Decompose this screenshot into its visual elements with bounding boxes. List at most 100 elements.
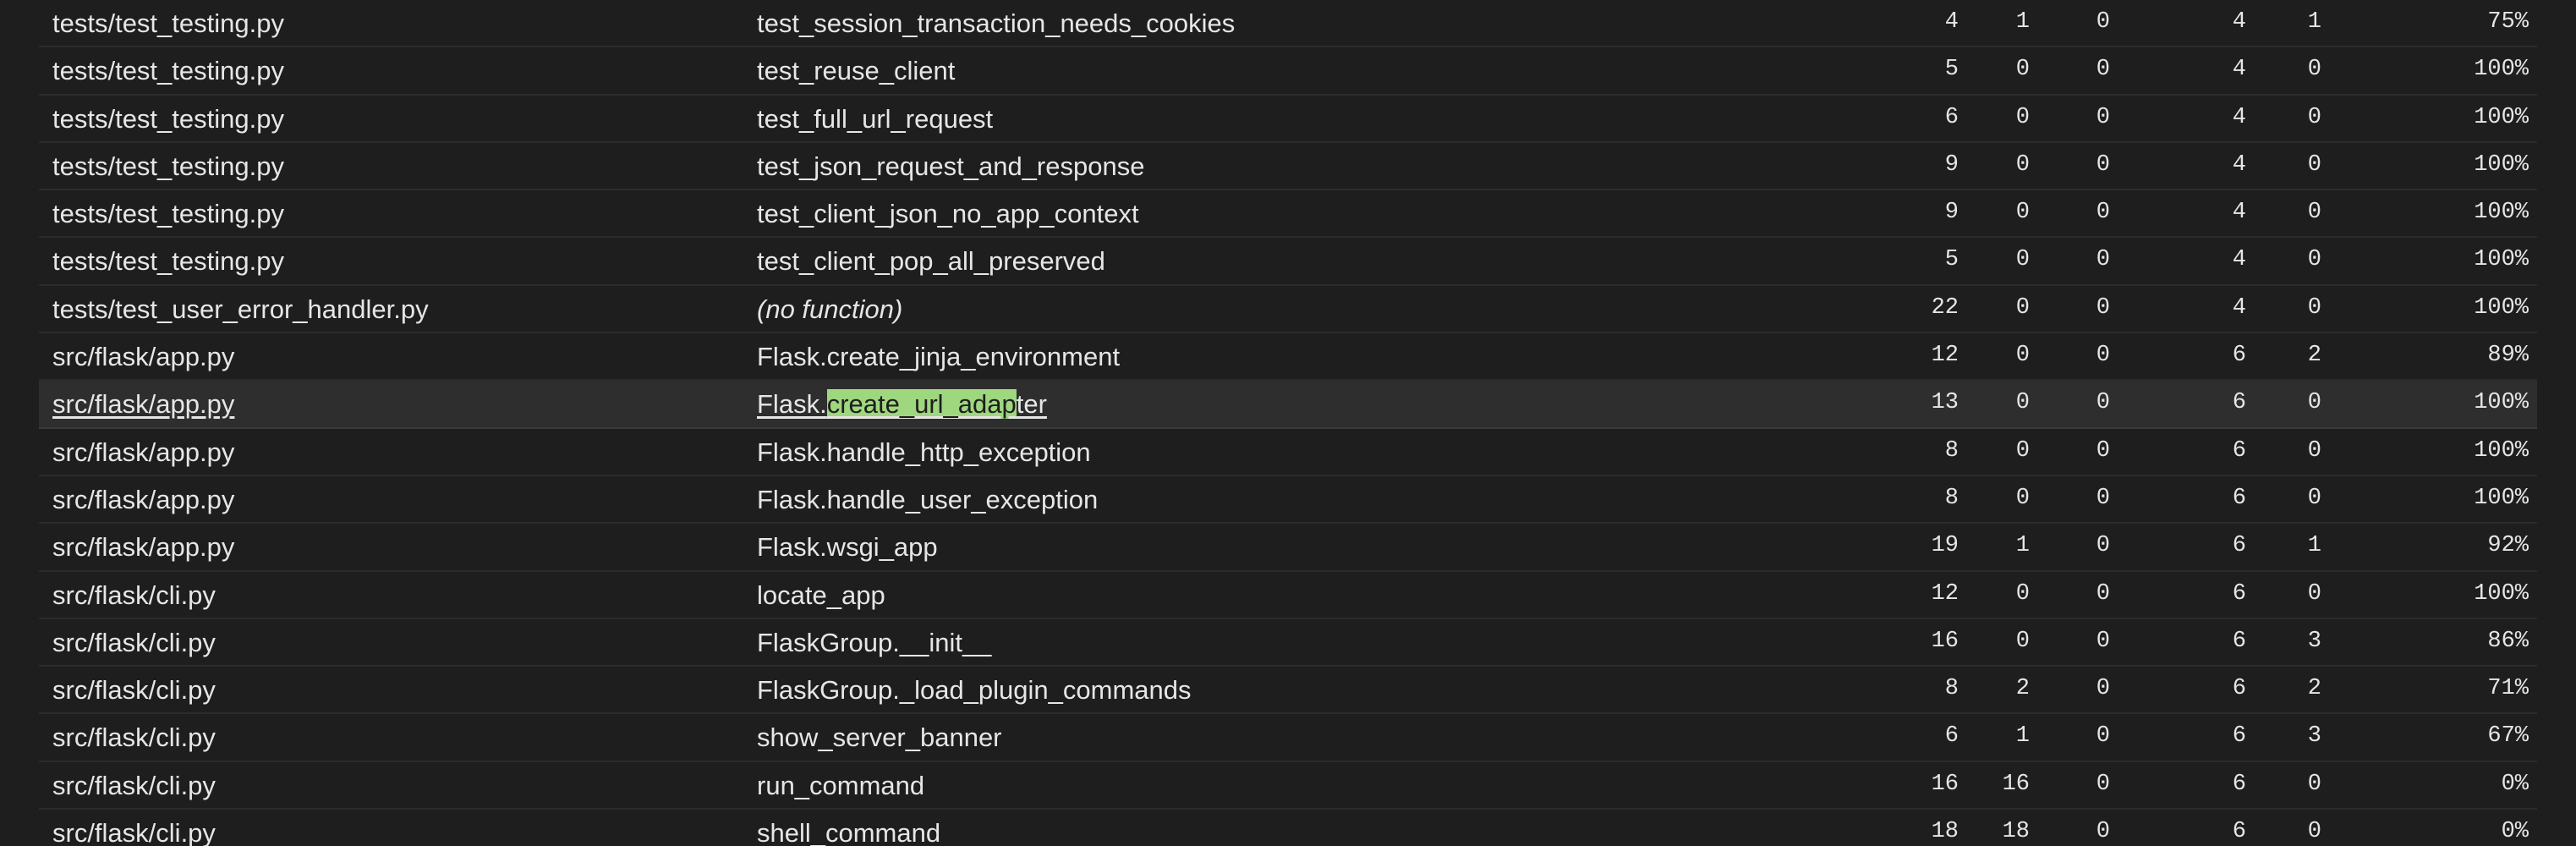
excluded-count: 0: [2096, 247, 2110, 273]
branches-count: 6: [2232, 580, 2246, 607]
branches-count: 6: [2232, 676, 2246, 702]
table-row: src/flask/cli.py show_server_banner 6 1 …: [39, 714, 2537, 762]
file-link[interactable]: tests/test_testing.py: [52, 0, 284, 47]
file-link[interactable]: src/flask/cli.py: [52, 572, 216, 619]
function-link[interactable]: FlaskGroup._load_plugin_commands: [757, 667, 1192, 714]
file-link[interactable]: tests/test_testing.py: [52, 47, 284, 95]
function-link[interactable]: locate_app: [757, 572, 885, 619]
function-link[interactable]: Flask.handle_user_exception: [757, 476, 1098, 524]
excluded-count: 0: [2096, 676, 2110, 702]
statements-count: 12: [1931, 580, 1959, 607]
file-link[interactable]: tests/test_testing.py: [52, 190, 284, 238]
function-link[interactable]: test_json_request_and_response: [757, 143, 1144, 190]
function-link[interactable]: FlaskGroup.__init__: [757, 619, 991, 667]
missing-count: 1: [2015, 533, 2030, 559]
file-link[interactable]: src/flask/cli.py: [52, 762, 216, 810]
function-link[interactable]: test_client_json_no_app_context: [757, 190, 1139, 238]
function-link[interactable]: Flask.handle_http_exception: [757, 429, 1091, 476]
statements-count: 19: [1931, 533, 1959, 559]
partial-count: 0: [2307, 771, 2321, 797]
branches-count: 6: [2232, 437, 2246, 464]
branches-count: 4: [2232, 57, 2246, 83]
file-link[interactable]: src/flask/cli.py: [52, 619, 216, 667]
table-row: src/flask/app.py Flask.wsgi_app 19 1 0 6…: [39, 524, 2537, 572]
function-suffix: ter: [1016, 389, 1047, 420]
partial-count: 0: [2307, 819, 2321, 845]
statements-count: 22: [1931, 294, 1959, 321]
excluded-count: 0: [2096, 104, 2110, 130]
table-row: src/flask/app.py Flask.handle_user_excep…: [39, 476, 2537, 525]
file-link[interactable]: src/flask/app.py: [52, 333, 234, 381]
table-row: tests/test_testing.py test_full_url_requ…: [39, 96, 2537, 143]
table-row-hovered[interactable]: src/flask/app.py Flask.create_url_adapte…: [39, 381, 2537, 429]
coverage-function-table: tests/test_testing.py test_session_trans…: [0, 0, 2576, 846]
statements-count: 5: [1944, 57, 1959, 83]
function-link[interactable]: shell_command: [757, 810, 940, 846]
branches-count: 4: [2232, 104, 2246, 130]
function-link[interactable]: test_full_url_request: [757, 96, 993, 143]
file-link[interactable]: src/flask/app.py: [52, 476, 234, 524]
function-link[interactable]: Flask.create_jinja_environment: [757, 333, 1120, 381]
file-link[interactable]: src/flask/app.py: [52, 429, 234, 476]
coverage-percent: 0%: [2501, 819, 2529, 845]
excluded-count: 0: [2096, 390, 2110, 416]
statements-count: 6: [1944, 723, 1959, 750]
partial-count: 0: [2307, 580, 2321, 607]
missing-count: 0: [2015, 580, 2030, 607]
excluded-count: 0: [2096, 771, 2110, 797]
file-link[interactable]: tests/test_testing.py: [52, 96, 284, 143]
missing-count: 0: [2015, 485, 2030, 511]
table-row: tests/test_testing.py test_session_trans…: [39, 0, 2537, 48]
coverage-percent: 100%: [2474, 390, 2529, 416]
partial-count: 0: [2307, 437, 2321, 464]
table-row: src/flask/cli.py shell_command 18 18 0 6…: [39, 810, 2537, 846]
excluded-count: 0: [2096, 437, 2110, 464]
table-row: src/flask/app.py Flask.handle_http_excep…: [39, 429, 2537, 476]
excluded-count: 0: [2096, 580, 2110, 607]
branches-count: 6: [2232, 485, 2246, 511]
excluded-count: 0: [2096, 533, 2110, 559]
table-row: src/flask/cli.py run_command 16 16 0 6 0…: [39, 762, 2537, 810]
function-prefix: Flask.: [757, 389, 827, 420]
partial-count: 0: [2307, 200, 2321, 226]
file-link[interactable]: src/flask/cli.py: [52, 714, 216, 761]
coverage-percent: 100%: [2474, 247, 2529, 273]
partial-count: 3: [2307, 628, 2321, 654]
missing-count: 1: [2015, 723, 2030, 750]
function-link[interactable]: test_client_pop_all_preserved: [757, 238, 1105, 285]
function-link[interactable]: Flask.wsgi_app: [757, 524, 938, 571]
excluded-count: 0: [2096, 723, 2110, 750]
partial-count: 0: [2307, 57, 2321, 83]
statements-count: 8: [1944, 485, 1959, 511]
coverage-percent: 100%: [2474, 104, 2529, 130]
partial-count: 0: [2307, 247, 2321, 273]
function-link[interactable]: Flask.create_url_adapter: [757, 381, 1047, 428]
excluded-count: 0: [2096, 485, 2110, 511]
file-link[interactable]: tests/test_testing.py: [52, 238, 284, 285]
function-link[interactable]: show_server_banner: [757, 714, 1002, 761]
text-selection: create_url_adap: [826, 389, 1017, 420]
excluded-count: 0: [2096, 151, 2110, 178]
function-link[interactable]: run_command: [757, 762, 924, 810]
excluded-count: 0: [2096, 628, 2110, 654]
partial-count: 0: [2307, 294, 2321, 321]
file-link[interactable]: tests/test_testing.py: [52, 143, 284, 190]
missing-count: 0: [2015, 628, 2030, 654]
partial-count: 0: [2307, 485, 2321, 511]
coverage-percent: 100%: [2474, 151, 2529, 178]
partial-count: 0: [2307, 390, 2321, 416]
file-link[interactable]: tests/test_user_error_handler.py: [52, 286, 429, 333]
function-link[interactable]: test_reuse_client: [757, 47, 955, 95]
missing-count: 0: [2015, 437, 2030, 464]
file-link[interactable]: src/flask/app.py: [52, 524, 234, 571]
statements-count: 16: [1931, 628, 1959, 654]
coverage-percent: 92%: [2487, 533, 2529, 559]
file-link[interactable]: src/flask/app.py: [52, 381, 234, 428]
file-link[interactable]: src/flask/cli.py: [52, 667, 216, 714]
function-link[interactable]: test_session_transaction_needs_cookies: [757, 0, 1235, 47]
function-link[interactable]: (no function): [757, 286, 902, 333]
missing-count: 0: [2015, 343, 2030, 369]
branches-count: 6: [2232, 533, 2246, 559]
file-link[interactable]: src/flask/cli.py: [52, 810, 216, 846]
branches-count: 6: [2232, 343, 2246, 369]
